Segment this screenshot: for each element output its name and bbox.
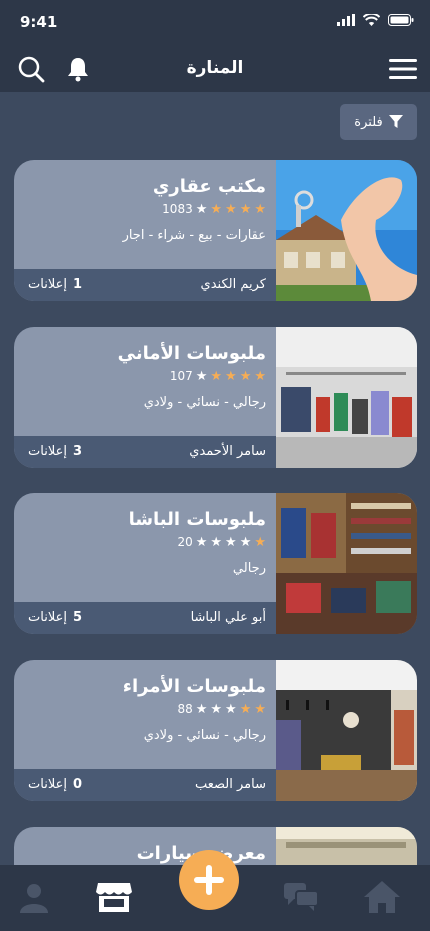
- shop-card[interactable]: مكتب عقاري ★ ★ ★ ★ ★ 1083 عقارات - بيع -…: [14, 160, 417, 301]
- store-tab[interactable]: [94, 879, 134, 915]
- ads-count: 1 إعلانات: [28, 277, 82, 292]
- ads-number: 0: [72, 777, 82, 792]
- filter-icon: [388, 115, 403, 128]
- shop-info: ملبوسات الباشا ★ ★ ★ ★ ★ 20 رجالي أبو عل…: [14, 493, 276, 634]
- reviews-count: 20: [177, 535, 193, 549]
- star-icon: ★: [225, 201, 237, 217]
- profile-tab[interactable]: [14, 879, 54, 915]
- shop-info: ملبوسات الأمراء ★ ★ ★ ★ ★ 88 رجالي - نسا…: [14, 660, 276, 801]
- menu-icon[interactable]: [388, 54, 418, 84]
- ads-number: 5: [72, 610, 82, 625]
- star-icon: ★: [239, 201, 252, 217]
- star-icon: ★: [225, 701, 237, 717]
- status-icons: [337, 14, 414, 26]
- shop-name: ملبوسات الباشا: [128, 509, 266, 530]
- reviews-count: 1083: [162, 202, 193, 216]
- ads-label: إعلانات: [28, 444, 67, 459]
- shop-tags: رجالي: [232, 561, 266, 576]
- home-icon: [364, 881, 400, 913]
- shop-footer: أبو علي الباشا 5 إعلانات: [14, 602, 276, 634]
- shop-tags: رجالي - نسائي - ولادي: [143, 728, 266, 743]
- shop-info: ملبوسات الأماني ★ ★ ★ ★ ★ 107 رجالي - نس…: [14, 327, 276, 468]
- owner-name: كريم الكندي: [200, 277, 266, 292]
- store-icon: [96, 883, 132, 912]
- shop-tags: عقارات - بيع - شراء - اجار: [122, 228, 266, 243]
- plus-icon: [194, 865, 224, 895]
- star-icon: ★: [254, 534, 266, 550]
- add-button[interactable]: [179, 850, 239, 910]
- filter-button[interactable]: فلترة: [340, 104, 417, 140]
- shop-tags: رجالي - نسائي - ولادي: [143, 395, 266, 410]
- shop-footer: سامر الأحمدي 3 إعلانات: [14, 436, 276, 468]
- shop-info: مكتب عقاري ★ ★ ★ ★ ★ 1083 عقارات - بيع -…: [14, 160, 276, 301]
- filter-label: فلترة: [354, 114, 383, 130]
- status-bar: 9:41: [0, 0, 430, 44]
- star-icon: ★: [254, 368, 266, 384]
- ads-count: 0 إعلانات: [28, 777, 82, 792]
- ads-label: إعلانات: [28, 777, 67, 792]
- star-icon: ★: [225, 534, 237, 550]
- star-icon: ★: [239, 368, 252, 384]
- shop-card[interactable]: ملبوسات الأماني ★ ★ ★ ★ ★ 107 رجالي - نس…: [14, 327, 417, 468]
- reviews-count: 107: [169, 369, 193, 383]
- shop-name: ملبوسات الأمراء: [122, 676, 266, 697]
- ads-label: إعلانات: [28, 610, 67, 625]
- shop-rating: ★ ★ ★ ★ ★ 20: [177, 535, 266, 549]
- shop-image: [276, 660, 417, 801]
- star-icon: ★: [254, 201, 266, 217]
- ads-number: 3: [72, 444, 82, 459]
- ads-count: 3 إعلانات: [28, 444, 82, 459]
- shop-name: ملبوسات الأماني: [117, 343, 266, 364]
- star-icon: ★: [210, 534, 223, 550]
- shop-card[interactable]: ملبوسات الباشا ★ ★ ★ ★ ★ 20 رجالي أبو عل…: [14, 493, 417, 634]
- home-tab[interactable]: [362, 879, 402, 915]
- chat-icon: [284, 883, 319, 911]
- shop-footer: كريم الكندي 1 إعلانات: [14, 269, 276, 301]
- wifi-icon: [363, 14, 380, 26]
- battery-icon: [388, 14, 414, 26]
- shop-rating: ★ ★ ★ ★ ★ 88: [177, 702, 266, 716]
- reviews-count: 88: [177, 702, 193, 716]
- ads-count: 5 إعلانات: [28, 610, 82, 625]
- shop-card[interactable]: ملبوسات الأمراء ★ ★ ★ ★ ★ 88 رجالي - نسا…: [14, 660, 417, 801]
- shop-rating: ★ ★ ★ ★ ★ 1083: [162, 202, 266, 216]
- star-icon: ★: [239, 534, 252, 550]
- shop-footer: سامر الصعب 0 إعلانات: [14, 769, 276, 801]
- ads-number: 1: [72, 277, 82, 292]
- shop-name: مكتب عقاري: [152, 176, 266, 197]
- star-icon: ★: [195, 701, 208, 717]
- owner-name: أبو علي الباشا: [190, 610, 266, 625]
- owner-name: سامر الصعب: [194, 777, 266, 792]
- star-icon: ★: [210, 701, 223, 717]
- shop-rating: ★ ★ ★ ★ ★ 107: [170, 369, 266, 383]
- star-icon: ★: [195, 534, 208, 550]
- signal-icon: [337, 14, 355, 26]
- star-icon: ★: [195, 201, 208, 217]
- shop-image: [276, 493, 417, 634]
- ads-label: إعلانات: [28, 277, 67, 292]
- star-icon: ★: [195, 368, 208, 384]
- star-icon: ★: [239, 701, 252, 717]
- messages-tab[interactable]: [282, 879, 322, 915]
- user-icon: [20, 884, 48, 913]
- app-header: المنارة: [0, 44, 430, 92]
- star-icon: ★: [225, 368, 237, 384]
- star-icon: ★: [210, 201, 223, 217]
- page-title: المنارة: [186, 58, 244, 78]
- star-icon: ★: [210, 368, 223, 384]
- owner-name: سامر الأحمدي: [189, 444, 266, 459]
- status-time: 9:41: [20, 13, 58, 31]
- shop-image: [276, 327, 417, 468]
- shop-image: [276, 160, 417, 301]
- star-icon: ★: [254, 701, 266, 717]
